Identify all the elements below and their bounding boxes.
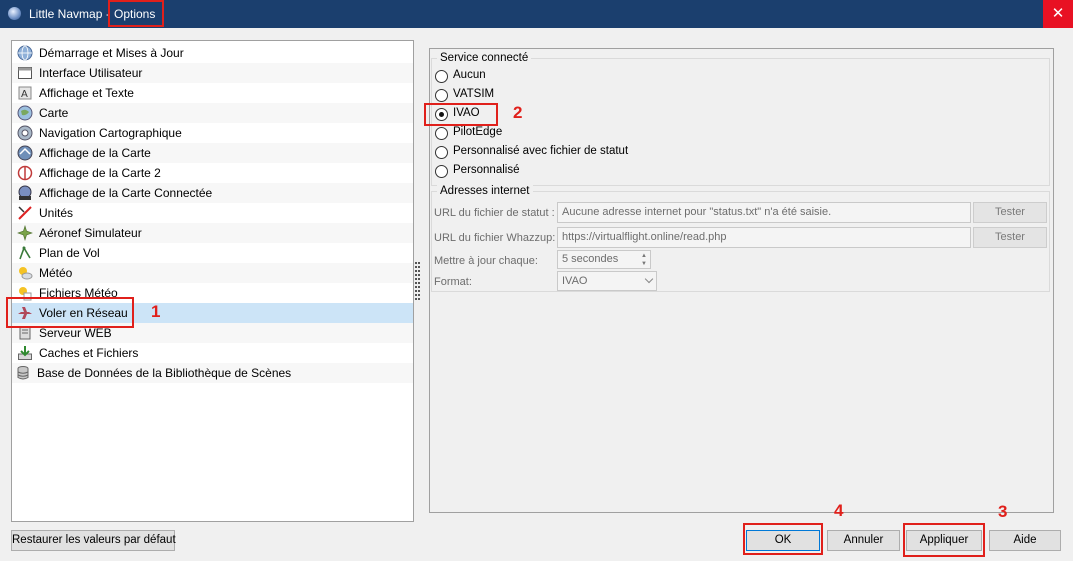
close-button[interactable]: ✕ (1043, 0, 1073, 28)
nav-item-label: Démarrage et Mises à Jour (39, 46, 184, 60)
nav-item-affichage-texte[interactable]: A Affichage et Texte (12, 83, 413, 103)
nav-item-label: Fichiers Météo (39, 286, 118, 300)
radio-dot (439, 112, 444, 117)
web-server-icon (19, 326, 31, 340)
map-icon (17, 105, 33, 121)
radio-circle (435, 89, 448, 102)
window-title-separator: - (106, 7, 110, 21)
nav-item-label: Carte (39, 106, 69, 120)
nav-item-affichage-carte-2[interactable]: Affichage de la Carte 2 (12, 163, 413, 183)
annotation-number-4: 4 (834, 501, 844, 520)
nav-item-meteo[interactable]: Météo (12, 263, 413, 283)
update-interval-spinbox[interactable]: 5 secondes ▲ ▼ (557, 250, 651, 269)
app-globe-icon (8, 7, 21, 20)
nav-item-plan-de-vol[interactable]: Plan de Vol (12, 243, 413, 263)
nav-item-serveur-web[interactable]: Serveur WEB (12, 323, 413, 343)
nav-item-label: Affichage et Texte (39, 86, 134, 100)
service-group (431, 58, 1050, 186)
nav-item-demarrage[interactable]: Démarrage et Mises à Jour (12, 43, 413, 63)
nav-item-unites[interactable]: Unités (12, 203, 413, 223)
weather-icon (19, 267, 33, 280)
nav-item-caches-fichiers[interactable]: Caches et Fichiers (12, 343, 413, 363)
radio-label: Personnalisé (453, 164, 520, 176)
nav-item-label: Unités (39, 206, 74, 220)
format-value: IVAO (562, 275, 588, 287)
nav-item-label: Affichage de la Carte 2 (39, 166, 161, 180)
whazzup-url-label: URL du fichier Whazzup: (434, 232, 556, 244)
nav-item-carte[interactable]: Carte (12, 103, 413, 123)
options-nav-list[interactable]: Démarrage et Mises à Jour Interface Util… (11, 40, 414, 522)
svg-text:A: A (21, 89, 28, 100)
units-icon (18, 206, 32, 220)
nav-item-label: Navigation Cartographique (39, 126, 182, 140)
radio-label: Aucun (453, 69, 486, 81)
download-icon (18, 346, 32, 360)
help-button[interactable]: Aide (989, 530, 1061, 551)
nav-item-base-de-donnees[interactable]: Base de Données de la Bibliothèque de Sc… (12, 363, 413, 383)
service-group-title: Service connecté (437, 52, 532, 64)
plane-network-icon (18, 307, 32, 319)
radio-label: IVAO (453, 107, 480, 119)
map-display-icon (17, 145, 33, 161)
status-url-label: URL du fichier de statut : (434, 207, 555, 219)
nav-item-aeronef-simulateur[interactable]: Aéronef Simulateur (12, 223, 413, 243)
annotation-number-3: 3 (998, 502, 1008, 521)
chevron-down-icon (644, 274, 654, 284)
addresses-group-title: Adresses internet (437, 185, 533, 197)
nav-item-label: Météo (39, 266, 73, 280)
nav-item-label: Base de Données de la Bibliothèque de Sc… (37, 366, 292, 380)
nav-item-label: Voler en Réseau (39, 306, 128, 320)
nav-item-label: Plan de Vol (39, 246, 100, 260)
spin-arrows-icon[interactable]: ▲ ▼ (639, 252, 649, 268)
annotation-number-1: 1 (151, 302, 161, 321)
nav-item-interface[interactable]: Interface Utilisateur (12, 63, 413, 83)
airport-icon (17, 165, 33, 181)
nav-item-fichiers-meteo[interactable]: Fichiers Météo (12, 283, 413, 303)
aircraft-icon (17, 225, 33, 241)
whazzup-url-input[interactable]: https://virtualflight.online/read.php (557, 227, 971, 248)
nav-item-label: Serveur WEB (39, 326, 112, 340)
radio-label: VATSIM (453, 88, 495, 100)
test-whazzup-url-button[interactable]: Tester (973, 227, 1047, 248)
test-status-url-button[interactable]: Tester (973, 202, 1047, 223)
nav-item-label: Caches et Fichiers (39, 346, 139, 360)
radio-circle-checked (435, 108, 448, 121)
format-label: Format: (434, 276, 472, 288)
update-interval-label: Mettre à jour chaque: (434, 255, 538, 267)
splitter-handle[interactable] (415, 262, 420, 300)
window-icon (18, 67, 32, 79)
globe-icon (17, 45, 33, 61)
window-title-page: Options (114, 7, 156, 21)
radio-label: PilotEdge (453, 126, 503, 138)
globe-navigation-icon (17, 125, 33, 141)
window-title-app: Little Navmap (29, 7, 103, 21)
ok-button[interactable]: OK (746, 530, 820, 551)
nav-item-voler-en-reseau[interactable]: Voler en Réseau (12, 303, 413, 323)
radio-circle (435, 70, 448, 83)
radio-circle (435, 127, 448, 140)
restore-defaults-button[interactable]: Restaurer les valeurs par défaut (11, 530, 176, 551)
online-map-icon (18, 185, 32, 200)
nav-item-label: Affichage de la Carte (39, 146, 151, 160)
weather-files-icon (19, 287, 32, 301)
nav-item-navigation-cartographique[interactable]: Navigation Cartographique (12, 123, 413, 143)
format-combobox[interactable]: IVAO (557, 271, 657, 291)
radio-circle (435, 146, 448, 159)
nav-item-label: Affichage de la Carte Connectée (39, 186, 213, 200)
nav-item-affichage-carte-connectee[interactable]: Affichage de la Carte Connectée (12, 183, 413, 203)
nav-item-label: Aéronef Simulateur (39, 226, 142, 240)
nav-item-affichage-carte[interactable]: Affichage de la Carte (12, 143, 413, 163)
nav-item-label: Interface Utilisateur (39, 66, 143, 80)
radio-label: Personnalisé avec fichier de statut (453, 145, 629, 157)
database-icon (17, 366, 29, 380)
radio-circle (435, 165, 448, 178)
apply-button[interactable]: Appliquer (906, 530, 982, 551)
font-icon: A (18, 86, 32, 100)
update-interval-value: 5 secondes (562, 253, 619, 265)
annotation-number-2: 2 (513, 103, 523, 122)
title-bar: Little Navmap - Options ✕ (0, 0, 1073, 28)
flight-plan-icon (19, 246, 31, 260)
status-url-input[interactable]: Aucune adresse internet pour "status.txt… (557, 202, 971, 223)
cancel-button[interactable]: Annuler (827, 530, 900, 551)
